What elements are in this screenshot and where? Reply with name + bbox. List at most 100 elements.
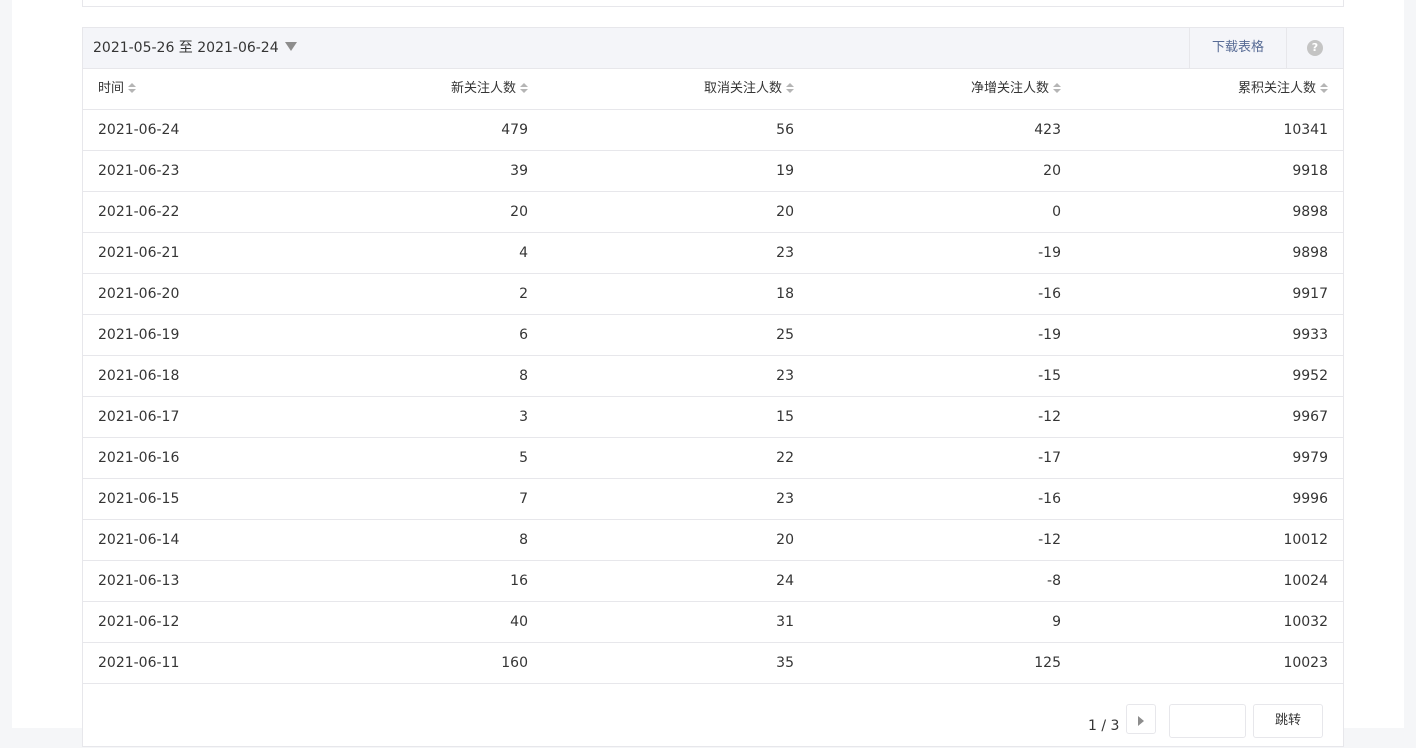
- cell-new-followers: 2: [519, 286, 528, 302]
- cell-cumulative: 9918: [1292, 163, 1328, 179]
- next-page-button[interactable]: [1126, 704, 1156, 734]
- cell-unfollows: 24: [776, 573, 794, 589]
- cell-unfollows: 18: [776, 286, 794, 302]
- date-range-label: 2021-05-26 至 2021-06-24: [93, 40, 279, 56]
- cell-unfollows: 31: [776, 614, 794, 630]
- table-toolbar: 2021-05-26 至 2021-06-24 下载表格 ?: [83, 28, 1343, 69]
- cell-unfollows: 19: [776, 163, 794, 179]
- cell-new-followers: 3: [519, 409, 528, 425]
- table-row: 2021-06-24 479 56 423 10341: [83, 110, 1343, 151]
- cell-net-growth: -12: [1038, 409, 1061, 425]
- cell-date: 2021-06-14: [98, 532, 180, 548]
- cell-new-followers: 20: [510, 204, 528, 220]
- page-jump-input[interactable]: [1169, 704, 1246, 738]
- cell-date: 2021-06-17: [98, 409, 180, 425]
- cell-new-followers: 8: [519, 532, 528, 548]
- page: 2021-05-26 至 2021-06-24 下载表格 ? 时间 新关注人数 …: [12, 0, 1404, 747]
- table-row: 2021-06-14 8 20 -12 10012: [83, 520, 1343, 561]
- sort-icon: [1320, 83, 1328, 93]
- sort-icon: [520, 83, 528, 93]
- cell-unfollows: 35: [776, 655, 794, 671]
- cell-unfollows: 15: [776, 409, 794, 425]
- cell-unfollows: 20: [776, 204, 794, 220]
- cell-date: 2021-06-13: [98, 573, 180, 589]
- sort-icon: [1053, 83, 1061, 93]
- cell-cumulative: 9967: [1292, 409, 1328, 425]
- header-unfollows[interactable]: 取消关注人数: [603, 69, 794, 109]
- cell-cumulative: 9996: [1292, 491, 1328, 507]
- header-new-followers[interactable]: 新关注人数: [343, 69, 528, 109]
- table-row: 2021-06-16 5 22 -17 9979: [83, 438, 1343, 479]
- cell-date: 2021-06-23: [98, 163, 180, 179]
- cell-date: 2021-06-24: [98, 122, 180, 138]
- table-row: 2021-06-13 16 24 -8 10024: [83, 561, 1343, 602]
- table-row: 2021-06-19 6 25 -19 9933: [83, 315, 1343, 356]
- cell-date: 2021-06-21: [98, 245, 180, 261]
- header-cumulative[interactable]: 累积关注人数: [1133, 69, 1328, 109]
- sort-icon: [786, 83, 794, 93]
- cell-new-followers: 4: [519, 245, 528, 261]
- cell-cumulative: 9898: [1292, 204, 1328, 220]
- cell-new-followers: 479: [501, 122, 528, 138]
- cell-cumulative: 9898: [1292, 245, 1328, 261]
- cell-unfollows: 22: [776, 450, 794, 466]
- pagination: 1 / 3 跳转: [83, 704, 1343, 748]
- previous-card: [82, 0, 1344, 7]
- cell-net-growth: -8: [1047, 573, 1061, 589]
- cell-date: 2021-06-22: [98, 204, 180, 220]
- cell-new-followers: 8: [519, 368, 528, 384]
- cell-cumulative: 10012: [1283, 532, 1328, 548]
- cell-new-followers: 39: [510, 163, 528, 179]
- table-row: 2021-06-21 4 23 -19 9898: [83, 233, 1343, 274]
- cell-net-growth: -16: [1038, 491, 1061, 507]
- download-table-button[interactable]: 下载表格: [1189, 28, 1287, 69]
- table-row: 2021-06-17 3 15 -12 9967: [83, 397, 1343, 438]
- cell-date: 2021-06-16: [98, 450, 180, 466]
- cell-date: 2021-06-20: [98, 286, 180, 302]
- cell-net-growth: 9: [1052, 614, 1061, 630]
- table-row: 2021-06-12 40 31 9 10032: [83, 602, 1343, 643]
- cell-new-followers: 6: [519, 327, 528, 343]
- caret-down-icon: [284, 42, 297, 51]
- table-header: 时间 新关注人数 取消关注人数 净增关注人数 累积关注人数: [83, 69, 1343, 110]
- cell-net-growth: -12: [1038, 532, 1061, 548]
- cell-cumulative: 10023: [1283, 655, 1328, 671]
- cell-new-followers: 5: [519, 450, 528, 466]
- cell-date: 2021-06-19: [98, 327, 180, 343]
- date-range-picker[interactable]: 2021-05-26 至 2021-06-24: [93, 28, 297, 69]
- cell-new-followers: 16: [510, 573, 528, 589]
- data-table-panel: 2021-05-26 至 2021-06-24 下载表格 ? 时间 新关注人数 …: [82, 27, 1344, 747]
- cell-unfollows: 23: [776, 245, 794, 261]
- cell-cumulative: 9933: [1292, 327, 1328, 343]
- jump-button[interactable]: 跳转: [1253, 704, 1323, 738]
- cell-new-followers: 7: [519, 491, 528, 507]
- table-row: 2021-06-23 39 19 20 9918: [83, 151, 1343, 192]
- cell-net-growth: -16: [1038, 286, 1061, 302]
- cell-unfollows: 20: [776, 532, 794, 548]
- cell-cumulative: 10341: [1283, 122, 1328, 138]
- cell-cumulative: 10032: [1283, 614, 1328, 630]
- cell-date: 2021-06-15: [98, 491, 180, 507]
- cell-net-growth: -17: [1038, 450, 1061, 466]
- cell-cumulative: 9952: [1292, 368, 1328, 384]
- cell-date: 2021-06-11: [98, 655, 180, 671]
- cell-net-growth: -15: [1038, 368, 1061, 384]
- cell-new-followers: 160: [501, 655, 528, 671]
- cell-net-growth: -19: [1038, 245, 1061, 261]
- cell-net-growth: -19: [1038, 327, 1061, 343]
- cell-unfollows: 23: [776, 491, 794, 507]
- cell-unfollows: 25: [776, 327, 794, 343]
- page-indicator: 1 / 3: [1088, 718, 1120, 734]
- cell-net-growth: 423: [1034, 122, 1061, 138]
- help-icon[interactable]: ?: [1307, 40, 1323, 56]
- arrow-right-icon: [1138, 716, 1144, 726]
- table-row: 2021-06-11 160 35 125 10023: [83, 643, 1343, 684]
- header-net-growth[interactable]: 净增关注人数: [873, 69, 1061, 109]
- cell-unfollows: 56: [776, 122, 794, 138]
- table-row: 2021-06-20 2 18 -16 9917: [83, 274, 1343, 315]
- cell-date: 2021-06-12: [98, 614, 180, 630]
- header-time[interactable]: 时间: [98, 69, 137, 109]
- cell-date: 2021-06-18: [98, 368, 180, 384]
- sort-icon: [128, 83, 137, 93]
- cell-unfollows: 23: [776, 368, 794, 384]
